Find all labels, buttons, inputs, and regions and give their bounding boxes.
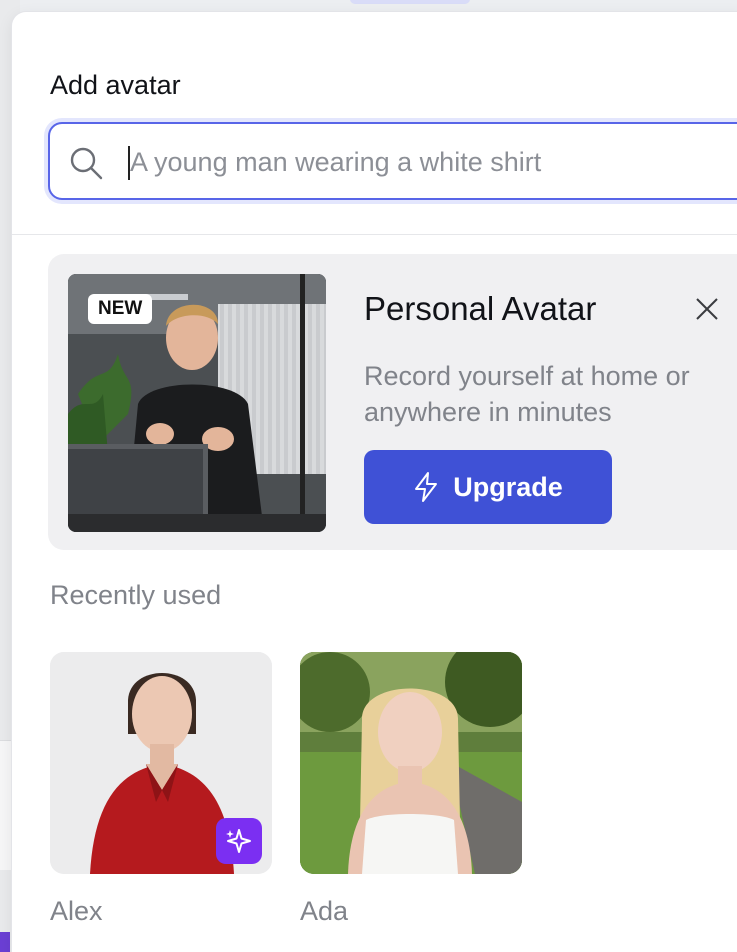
avatar-name-ada: Ada	[300, 896, 349, 926]
promo-image: NEW	[68, 274, 326, 532]
search-icon	[70, 147, 103, 180]
personal-avatar-promo: NEW Personal Avatar Record yourself at h…	[48, 254, 737, 550]
add-avatar-panel: Add avatar A young man wearing a white s…	[12, 12, 737, 952]
upgrade-button[interactable]: Upgrade	[364, 450, 612, 524]
promo-title: Personal Avatar	[364, 290, 597, 327]
search-field[interactable]	[48, 122, 737, 200]
ai-avatar-badge	[216, 818, 262, 864]
search-input[interactable]	[130, 138, 730, 186]
upgrade-label: Upgrade	[453, 471, 563, 502]
close-icon[interactable]	[692, 294, 722, 324]
new-badge: NEW	[88, 294, 153, 324]
background-tab-indicator	[350, 0, 470, 4]
recently-used-heading: Recently used	[50, 580, 222, 610]
sparkle-icon	[226, 829, 251, 853]
avatar-card-alex[interactable]	[50, 652, 272, 874]
section-divider	[12, 234, 737, 235]
avatar-name-alex: Alex	[50, 896, 103, 926]
avatar-card-ada[interactable]	[300, 652, 522, 874]
panel-title: Add avatar	[50, 70, 181, 100]
background-accent-tab	[0, 932, 10, 952]
promo-description: Record yourself at home or anywhere in m…	[364, 361, 690, 427]
avatar-thumbnail	[300, 652, 522, 874]
background-toolbar	[0, 740, 12, 870]
lightning-icon	[415, 472, 438, 502]
